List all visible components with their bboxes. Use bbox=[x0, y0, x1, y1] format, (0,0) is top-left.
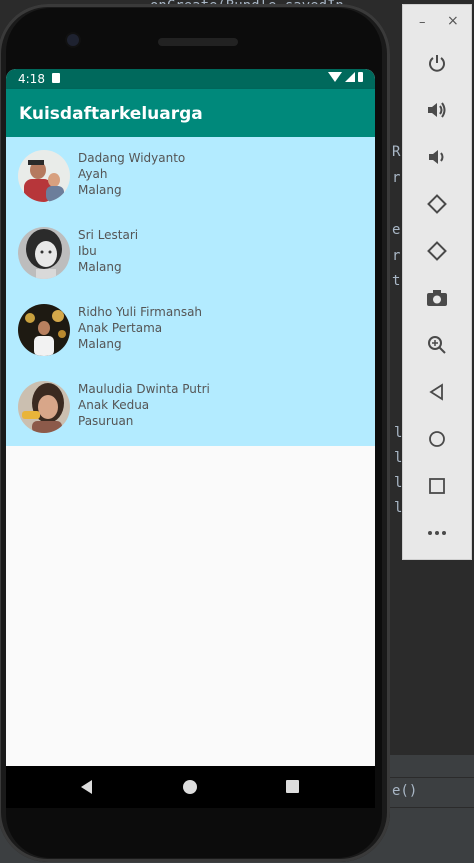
sd-card-icon bbox=[52, 73, 60, 83]
wifi-icon bbox=[328, 72, 342, 82]
home-icon[interactable] bbox=[183, 780, 197, 794]
member-role: Ibu bbox=[78, 244, 97, 258]
member-name: Ridho Yuli Firmansah bbox=[78, 305, 203, 319]
member-city: Pasuruan bbox=[78, 414, 134, 428]
status-time: 4:18 bbox=[18, 72, 45, 86]
recent-apps-icon[interactable] bbox=[286, 780, 299, 793]
member-city: Malang bbox=[78, 260, 122, 274]
toolbar-header: – × bbox=[403, 5, 471, 39]
member-role: Anak Kedua bbox=[78, 398, 150, 412]
volume-down-icon[interactable] bbox=[421, 141, 453, 173]
list-item[interactable]: Dadang Widyanto Ayah Malang bbox=[6, 137, 375, 214]
minimize-button[interactable]: – bbox=[419, 15, 426, 30]
list-item[interactable]: Mauludia Dwinta Putri Anak Kedua Pasurua… bbox=[6, 368, 375, 445]
app-title: Kuisdaftarkeluarga bbox=[19, 104, 203, 124]
back-icon[interactable] bbox=[81, 780, 92, 794]
family-list[interactable]: Dadang Widyanto Ayah Malang Sri Lestari … bbox=[6, 137, 375, 446]
signal-icon bbox=[345, 72, 355, 82]
rotate-right-icon[interactable] bbox=[421, 235, 453, 267]
back-icon[interactable] bbox=[421, 376, 453, 408]
member-name: Sri Lestari bbox=[78, 228, 139, 242]
device-screen: 4:18 Kuisdaftarkeluarga Dadang Widyanto … bbox=[6, 69, 375, 766]
emulator-toolbar: – × bbox=[402, 4, 472, 560]
home-icon[interactable] bbox=[421, 423, 453, 455]
list-item[interactable]: Ridho Yuli Firmansah Anak Pertama Malang bbox=[6, 291, 375, 368]
earpiece-speaker bbox=[158, 38, 238, 46]
member-role: Anak Pertama bbox=[78, 321, 163, 335]
camera-icon[interactable] bbox=[421, 282, 453, 314]
overview-icon[interactable] bbox=[421, 470, 453, 502]
ide-code-char: r bbox=[392, 248, 401, 264]
member-info: Mauludia Dwinta Putri Anak Kedua Pasurua… bbox=[78, 381, 210, 429]
avatar bbox=[18, 227, 70, 279]
member-role: Ayah bbox=[78, 167, 108, 181]
ide-code-line: e() bbox=[392, 783, 418, 799]
battery-icon bbox=[358, 72, 363, 82]
status-bar: 4:18 bbox=[6, 69, 375, 89]
volume-up-icon[interactable] bbox=[421, 94, 453, 126]
member-info: Dadang Widyanto Ayah Malang bbox=[78, 150, 185, 198]
ide-code-char: r bbox=[392, 170, 401, 186]
avatar bbox=[18, 381, 70, 433]
navigation-bar bbox=[6, 766, 375, 808]
avatar bbox=[18, 150, 70, 202]
member-name: Mauludia Dwinta Putri bbox=[78, 382, 210, 396]
close-button[interactable]: × bbox=[447, 13, 459, 29]
power-icon[interactable] bbox=[421, 47, 453, 79]
member-city: Malang bbox=[78, 337, 122, 351]
ide-code-char: t bbox=[392, 273, 401, 289]
front-camera bbox=[67, 34, 79, 46]
zoom-icon[interactable] bbox=[421, 329, 453, 361]
ide-code-char: R bbox=[392, 144, 401, 160]
member-city: Malang bbox=[78, 183, 122, 197]
member-info: Sri Lestari Ibu Malang bbox=[78, 227, 138, 275]
avatar bbox=[18, 304, 70, 356]
ide-code-char: e bbox=[392, 222, 401, 238]
app-bar: Kuisdaftarkeluarga bbox=[6, 89, 375, 137]
more-icon[interactable] bbox=[421, 517, 453, 549]
list-item[interactable]: Sri Lestari Ibu Malang bbox=[6, 214, 375, 291]
rotate-left-icon[interactable] bbox=[421, 188, 453, 220]
status-icons bbox=[328, 72, 363, 82]
member-info: Ridho Yuli Firmansah Anak Pertama Malang bbox=[78, 304, 202, 352]
member-name: Dadang Widyanto bbox=[78, 151, 186, 165]
